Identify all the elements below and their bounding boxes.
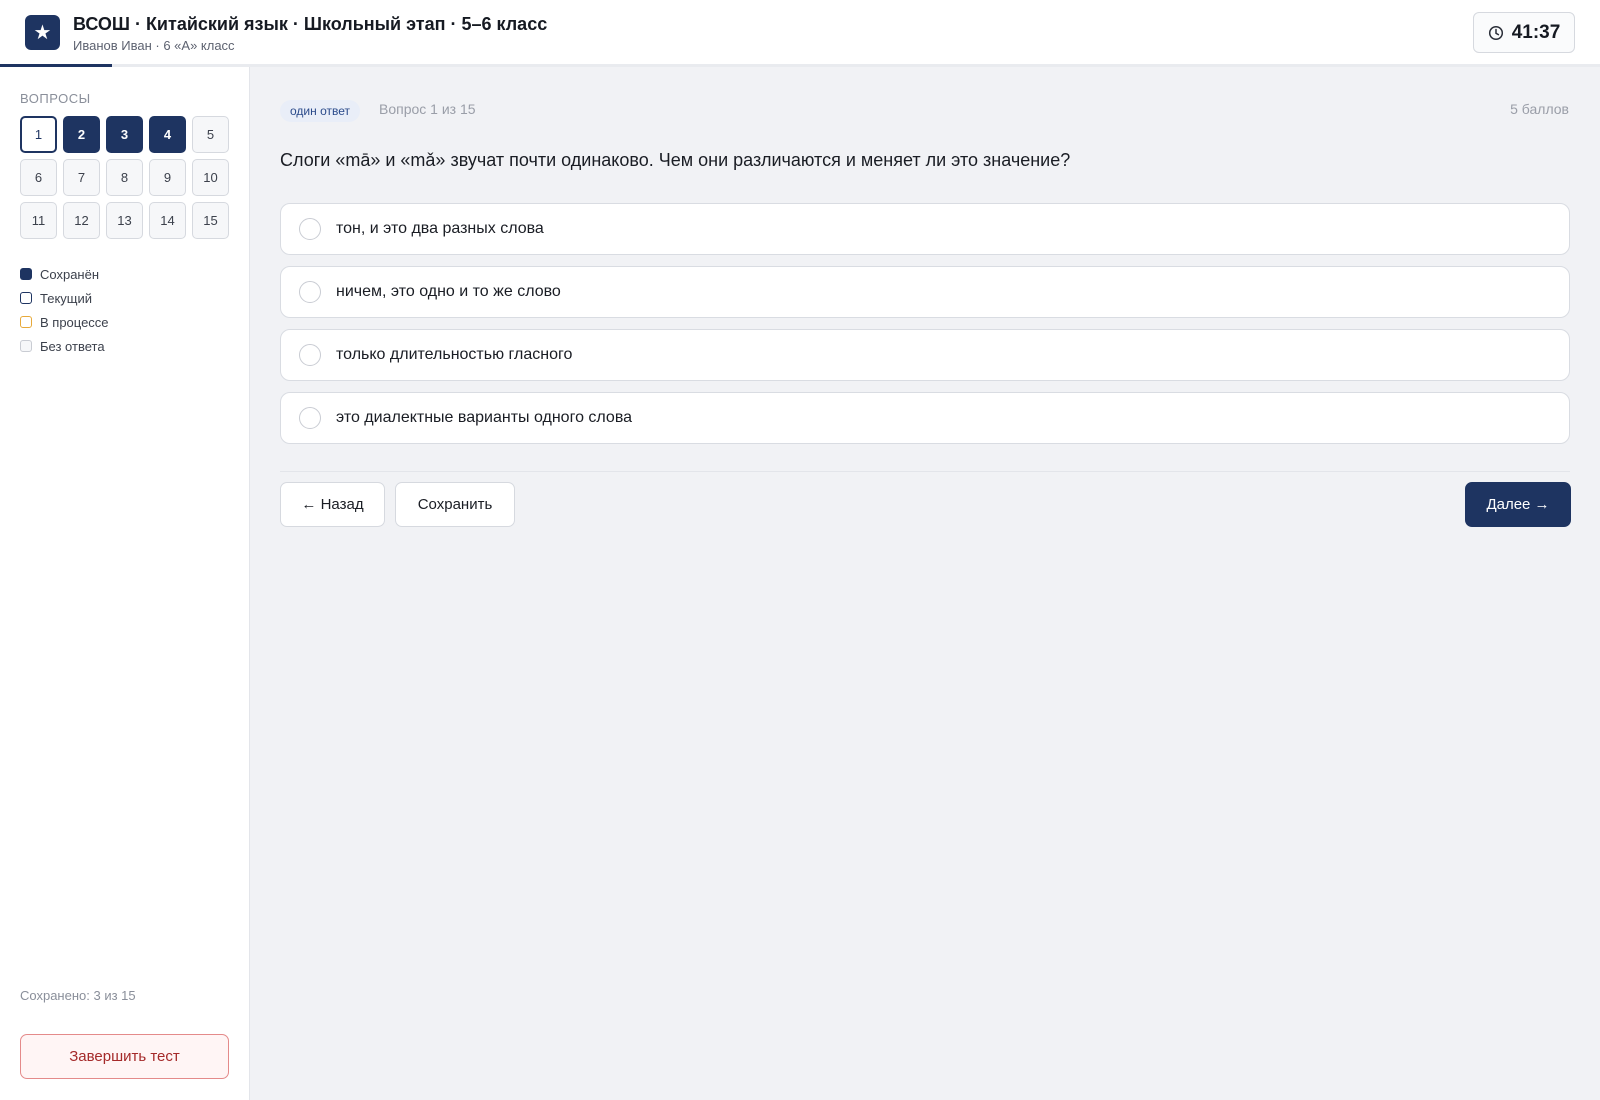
question-panel: один ответ Вопрос 1 из 15 5 баллов Слоги…: [250, 67, 1600, 1100]
question-nav-button[interactable]: 13: [106, 202, 143, 239]
question-nav-button[interactable]: 3: [106, 116, 143, 153]
answer-option[interactable]: ничем, это одно и то же слово: [280, 266, 1570, 318]
legend-no-answer-label: Без ответа: [40, 338, 105, 354]
saved-count: Сохранено: 3 из 15: [20, 988, 136, 1003]
questions-heading: ВОПРОСЫ: [20, 91, 91, 106]
question-nav-button[interactable]: 2: [63, 116, 100, 153]
back-button[interactable]: ← Назад: [280, 482, 385, 527]
question-sidebar: ВОПРОСЫ 1 2 3 4 5 6 7 8 9 10 11 12 13 14 15 Сохранён Т…: [0, 67, 250, 1100]
question-nav-button[interactable]: 15: [192, 202, 229, 239]
radio-button[interactable]: [299, 407, 321, 429]
legend-saved: Сохранён: [20, 262, 109, 286]
saved-swatch: [20, 268, 32, 280]
question-nav-button[interactable]: 7: [63, 159, 100, 196]
legend-current-label: Текущий: [40, 290, 92, 306]
legend-in-progress-label: В процессе: [40, 314, 109, 330]
question-nav-button[interactable]: 11: [20, 202, 57, 239]
question-nav-button[interactable]: 10: [192, 159, 229, 196]
student-info: Иванов Иван · 6 «А» класс: [73, 38, 235, 53]
answer-option[interactable]: это диалектные варианты одного слова: [280, 392, 1570, 444]
question-nav-button[interactable]: 1: [20, 116, 57, 153]
question-grid: 1 2 3 4 5 6 7 8 9 10 11 12 13 14 15: [20, 116, 230, 239]
current-swatch: [20, 292, 32, 304]
top-header: ★ ВСОШ · Китайский язык · Школьный этап …: [0, 0, 1600, 67]
answer-option-label: ничем, это одно и то же слово: [336, 283, 561, 300]
radio-button[interactable]: [299, 281, 321, 303]
no-answer-swatch: [20, 340, 32, 352]
question-nav-button[interactable]: 5: [192, 116, 229, 153]
timer-value: 41:37: [1511, 21, 1561, 43]
question-number: Вопрос 1 из 15: [379, 101, 476, 117]
save-button[interactable]: Сохранить: [395, 482, 515, 527]
answer-option[interactable]: тон, и это два разных слова: [280, 203, 1570, 255]
legend-in-progress: В процессе: [20, 310, 109, 334]
legend-current: Текущий: [20, 286, 109, 310]
next-button[interactable]: Далее →: [1465, 482, 1571, 527]
question-nav-button[interactable]: 14: [149, 202, 186, 239]
answer-option-label: тон, и это два разных слова: [336, 220, 544, 237]
in-progress-swatch: [20, 316, 32, 328]
question-nav-button[interactable]: 9: [149, 159, 186, 196]
star-icon: ★: [25, 15, 60, 50]
answer-option-label: это диалектные варианты одного слова: [336, 409, 633, 426]
answer-option[interactable]: только длительностью гласного: [280, 329, 1570, 381]
test-title: ВСОШ · Китайский язык · Школьный этап · …: [73, 14, 548, 34]
clock-icon: [1488, 25, 1503, 40]
question-text: Слоги «mā» и «mǎ» звучат почти одинаково…: [280, 150, 1071, 170]
radio-button[interactable]: [299, 218, 321, 240]
question-nav-button[interactable]: 12: [63, 202, 100, 239]
answer-type-badge: один ответ: [280, 100, 360, 122]
legend-saved-label: Сохранён: [40, 266, 100, 282]
finish-test-button[interactable]: Завершить тест: [20, 1034, 229, 1079]
timer: 41:37: [1473, 12, 1575, 53]
question-points: 5 баллов: [1510, 101, 1569, 117]
legend-no-answer: Без ответа: [20, 334, 109, 358]
radio-button[interactable]: [299, 344, 321, 366]
answer-option-label: только длительностью гласного: [336, 346, 573, 363]
question-nav-button[interactable]: 4: [149, 116, 186, 153]
divider: [280, 471, 1570, 472]
question-nav-button[interactable]: 8: [106, 159, 143, 196]
status-legend: Сохранён Текущий В процессе Без ответа: [20, 262, 109, 358]
answer-options: тон, и это два разных слова ничем, это о…: [280, 203, 1570, 455]
question-nav-button[interactable]: 6: [20, 159, 57, 196]
